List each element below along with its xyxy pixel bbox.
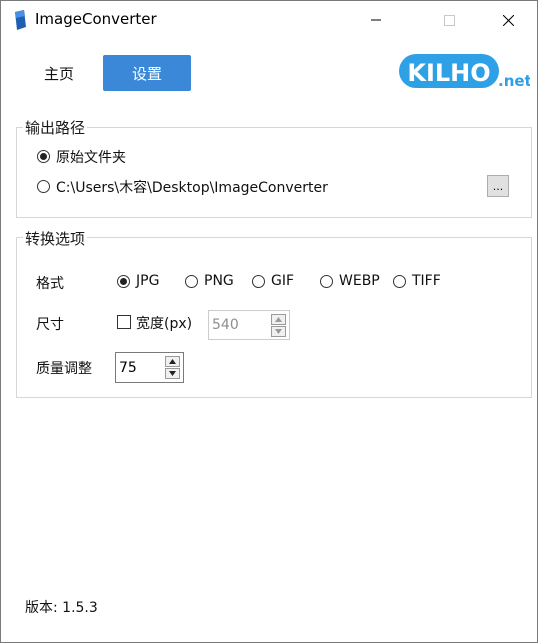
arrow-up-icon [275,317,282,322]
format-png-label[interactable]: PNG [204,273,234,289]
arrow-down-icon [169,371,176,376]
title-bar[interactable]: ImageConverter [1,1,537,39]
output-path-group-label: 输出路径 [23,117,88,138]
quality-label: 质量调整 [36,361,92,377]
tab-settings[interactable]: 设置 [103,55,191,91]
conversion-options-group-label: 转换选项 [23,228,88,249]
version-label: 版本: 1.5.3 [25,600,98,616]
width-value: 540 [212,317,239,333]
quality-decrement-button[interactable] [165,368,180,379]
output-path-group [16,127,532,218]
format-tiff-label[interactable]: TIFF [412,273,441,289]
radio-format-jpg[interactable] [117,275,130,288]
maximize-button[interactable] [426,1,472,39]
radio-original-folder-label[interactable]: 原始文件夹 [56,147,126,167]
arrow-up-icon [169,359,176,364]
width-increment-button[interactable] [271,314,286,325]
format-jpg-label[interactable]: JPG [136,273,159,289]
radio-format-png[interactable] [185,275,198,288]
quality-spinbox[interactable]: 75 [115,352,184,383]
close-icon [502,14,514,26]
tab-home[interactable]: 主页 [29,55,89,91]
browse-button[interactable]: ... [487,175,509,197]
svg-text:KILHO: KILHO [407,59,490,87]
format-webp-label[interactable]: WEBP [339,273,380,289]
svg-text:.net: .net [498,72,530,90]
format-label: 格式 [36,276,64,292]
radio-format-gif[interactable] [252,275,265,288]
format-gif-label[interactable]: GIF [271,273,294,289]
minimize-icon [371,19,381,21]
radio-format-webp[interactable] [320,275,333,288]
close-button[interactable] [485,1,531,39]
app-icon [15,10,26,30]
kilho-logo: KILHO .net [399,54,530,90]
radio-original-folder[interactable] [37,150,50,163]
width-checkbox-label[interactable]: 宽度(px) [136,313,192,333]
radio-format-tiff[interactable] [393,275,406,288]
arrow-down-icon [275,329,282,334]
app-window: ImageConverter 主页 设置 KILHO .net 输出路径 原始文… [0,0,538,643]
width-spinbox[interactable]: 540 [208,310,290,340]
size-label: 尺寸 [36,317,64,333]
radio-custom-path[interactable] [37,180,50,193]
quality-increment-button[interactable] [165,356,180,367]
window-title: ImageConverter [35,10,157,28]
width-checkbox[interactable] [117,315,131,329]
quality-value: 75 [119,359,137,376]
maximize-icon [443,14,455,26]
width-decrement-button[interactable] [271,326,286,337]
custom-path-label[interactable]: C:\Users\木容\Desktop\ImageConverter [56,177,328,197]
minimize-button[interactable] [353,1,399,39]
